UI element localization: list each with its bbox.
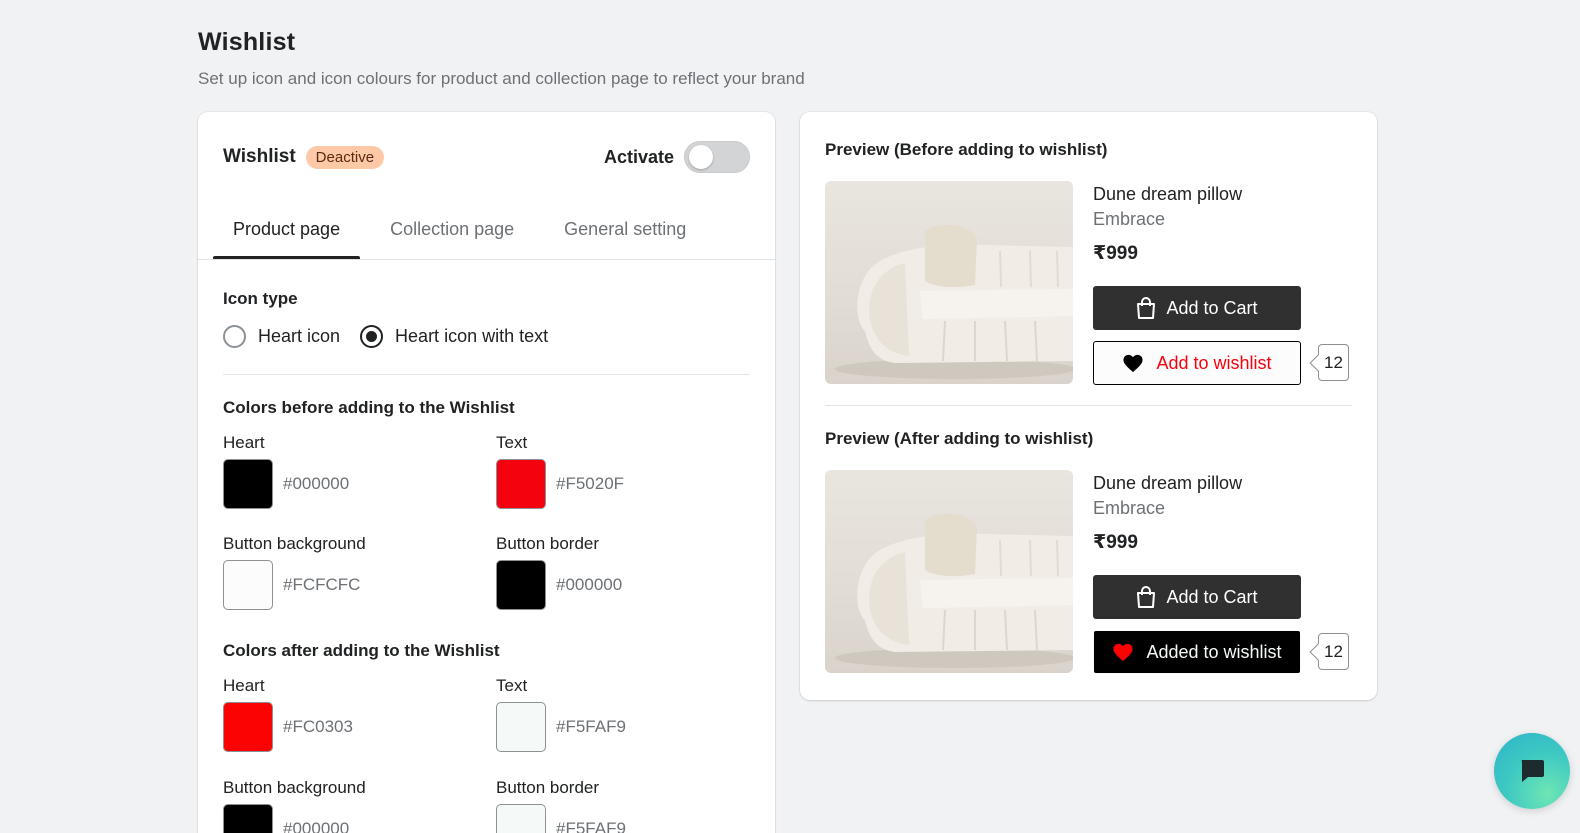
colors-before-title: Colors before adding to the Wishlist [223,398,515,417]
radio-label: Heart icon [258,326,341,346]
color-label: Text [496,433,528,452]
heart-icon [1123,354,1144,373]
add-to-cart-button[interactable]: Add to Cart [1093,286,1301,330]
add-to-cart-button[interactable]: Add to Cart [1093,575,1301,619]
color-label: Button border [496,778,600,797]
color-hex-value[interactable]: #000000 [283,819,349,833]
color-swatch[interactable] [223,804,273,833]
page-header: Wishlist Set up icon and icon colours fo… [198,28,805,89]
color-swatch[interactable] [223,560,273,610]
settings-tabs: Product page Collection page General set… [213,207,775,260]
radio-label: Heart icon with text [395,326,549,346]
tabs-divider [198,259,775,260]
before-heart-color: Heart #000000 [223,433,349,509]
color-label: Button background [223,778,366,797]
preview-after-title: Preview (After adding to wishlist) [825,429,1094,448]
sofa-illustration [835,224,1073,379]
toggle-knob [689,145,713,169]
color-swatch[interactable] [496,804,546,833]
after-heart-color: Heart #FC0303 [223,676,353,752]
wishlist-count: 12 [1324,352,1343,372]
shopping-bag-icon [1137,586,1156,608]
wishlist-settings-page: Wishlist Set up icon and icon colours fo… [0,0,1580,833]
product-image [825,470,1073,673]
add-to-cart-label: Add to Cart [1166,586,1258,607]
heart-icon [1113,643,1133,662]
wishlist-count: 12 [1324,641,1343,661]
product-info: Dune dream pillow Embrace ₹999 [1093,473,1242,554]
preview-divider [825,405,1352,406]
color-hex-value[interactable]: #F5FAF9 [556,819,626,833]
add-to-wishlist-label: Add to wishlist [1156,352,1272,373]
status-badge: Deactive [305,145,385,169]
settings-card: Wishlist Deactive Activate Product page … [198,112,775,833]
product-name: Dune dream pillow [1093,473,1243,493]
activate-label: Activate [603,146,674,167]
color-label: Button background [223,534,366,553]
color-hex-value[interactable]: #F5FAF9 [556,717,626,737]
preview-before-title: Preview (Before adding to wishlist) [825,140,1108,159]
chat-bubble-icon [1521,760,1544,782]
shopping-bag-icon [1137,297,1156,319]
activate-control: Activate [604,141,750,173]
product-info: Dune dream pillow Embrace ₹999 [1093,184,1242,265]
added-to-wishlist-label: Added to wishlist [1146,641,1282,662]
color-swatch[interactable] [223,459,273,509]
icon-type-label: Icon type [223,289,298,308]
add-to-wishlist-button[interactable]: Add to wishlist [1093,341,1301,385]
color-hex-value[interactable]: #FC0303 [283,717,353,737]
product-name: Dune dream pillow [1093,184,1243,204]
settings-card-header: Wishlist Deactive Activate [223,141,750,173]
color-swatch[interactable] [223,702,273,752]
before-text-color: Text #F5020F [496,433,624,509]
color-label: Text [496,676,528,695]
color-hex-value[interactable]: #000000 [556,575,622,595]
color-label: Button border [496,534,600,553]
product-vendor: Embrace [1093,498,1166,518]
color-hex-value[interactable]: #FCFCFC [283,575,360,595]
icon-type-radio-group: Heart icon Heart icon with text [223,325,568,348]
chat-launcher-button[interactable] [1494,733,1570,809]
color-swatch[interactable] [496,459,546,509]
product-price: ₹999 [1093,243,1138,264]
color-swatch[interactable] [496,560,546,610]
tab-collection-page[interactable]: Collection page [370,207,534,260]
product-vendor: Embrace [1093,209,1166,229]
product-price: ₹999 [1093,532,1138,553]
page-subtitle: Set up icon and icon colours for product… [198,69,805,88]
settings-card-title: Wishlist [223,146,296,167]
color-swatch[interactable] [496,702,546,752]
before-button-border-color: Button border #000000 [496,534,622,610]
activate-toggle[interactable] [684,141,750,173]
radio-heart-icon-with-text[interactable]: Heart icon with text [360,325,548,348]
preview-card: Preview (Before adding to wishlist) Dune… [800,112,1377,700]
color-label: Heart [223,433,265,452]
section-divider [223,374,750,375]
add-to-cart-label: Add to Cart [1166,297,1258,318]
page-title: Wishlist [198,28,296,56]
product-image [825,181,1073,384]
before-button-background-color: Button background #FCFCFC [223,534,366,610]
radio-button[interactable] [223,325,246,348]
tab-general-setting[interactable]: General setting [544,207,706,260]
added-to-wishlist-button[interactable]: Added to wishlist [1093,630,1301,674]
tab-product-page[interactable]: Product page [213,207,361,260]
sofa-illustration [835,513,1073,668]
after-button-border-color: Button border #F5FAF9 [496,778,626,833]
radio-button-checked[interactable] [360,325,384,348]
wishlist-count-bubble: 12 [1318,633,1349,670]
after-text-color: Text #F5FAF9 [496,676,626,752]
color-hex-value[interactable]: #F5020F [556,474,624,494]
radio-heart-icon[interactable]: Heart icon [223,325,340,348]
wishlist-count-bubble: 12 [1318,344,1349,381]
colors-after-title: Colors after adding to the Wishlist [223,641,500,660]
after-button-background-color: Button background #000000 [223,778,366,833]
color-hex-value[interactable]: #000000 [283,474,349,494]
color-label: Heart [223,676,265,695]
